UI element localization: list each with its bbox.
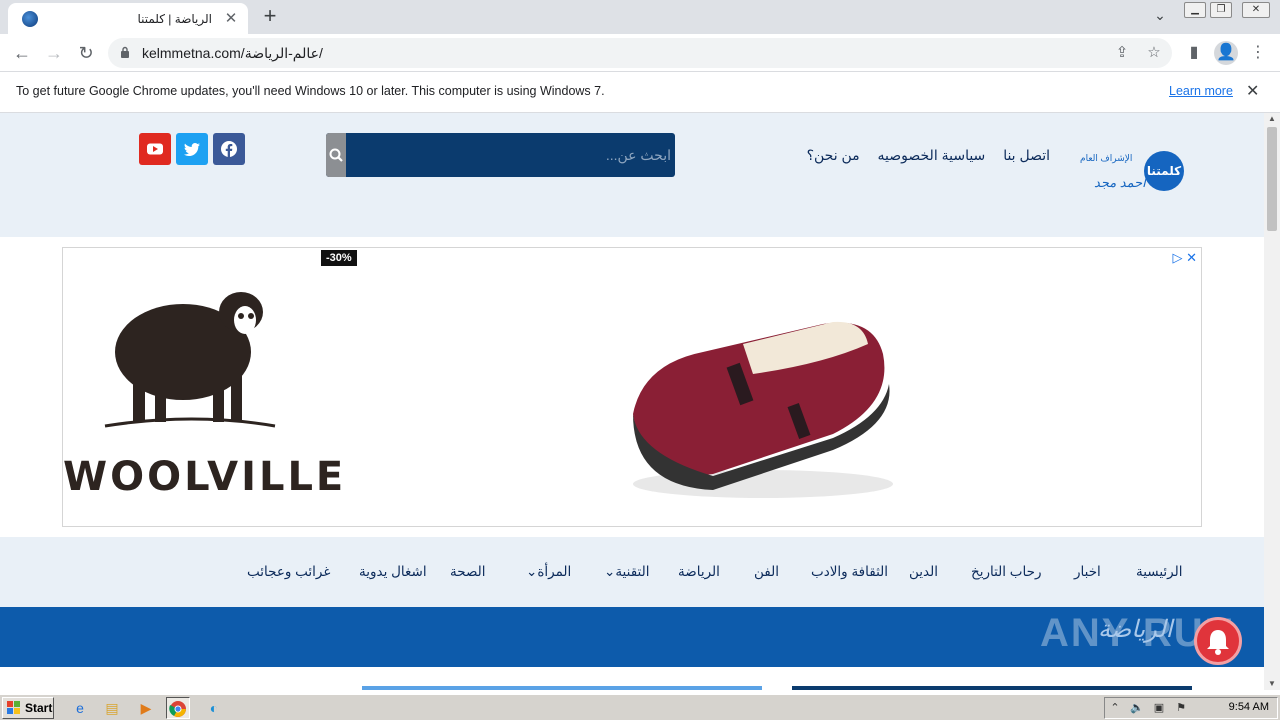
edge-icon[interactable]: ◐ <box>202 697 226 719</box>
scroll-thumb[interactable] <box>1267 127 1277 231</box>
ad-choices-icon[interactable]: ▷ ✕ <box>1172 250 1197 266</box>
side-panel-icon[interactable]: ▮ <box>1182 41 1206 65</box>
profile-avatar-icon[interactable]: 👤 <box>1214 41 1238 65</box>
nav-item-oddities[interactable]: غرائب وعجائب <box>247 564 330 580</box>
action-center-flag-icon[interactable]: ⚑ <box>1173 700 1189 716</box>
search-box <box>326 133 675 177</box>
new-tab-button[interactable]: + <box>258 5 282 29</box>
page-scrollbar[interactable]: ▲ ▼ <box>1264 113 1280 690</box>
logo-subtitle: الإشراف العام <box>1080 153 1133 163</box>
main-navigation: الرئيسية اخبار رحاب التاريخ الدين الثقاف… <box>0 537 1264 607</box>
close-window-button[interactable]: ✕ <box>1242 2 1270 18</box>
ad-discount-badge: -30% <box>321 250 357 266</box>
nav-item-tech[interactable]: التقنية⌄ <box>604 564 649 580</box>
contact-link[interactable]: اتصل بنا <box>1003 147 1050 163</box>
twitter-icon <box>184 143 200 156</box>
search-icon <box>329 148 343 162</box>
privacy-link[interactable]: سياسية الخصوصيه <box>878 147 986 163</box>
nav-item-art[interactable]: الفن <box>754 564 779 580</box>
nav-item-news[interactable]: اخبار <box>1074 564 1101 580</box>
reload-icon[interactable]: ↻ <box>74 41 98 65</box>
article-card-right[interactable] <box>792 686 1192 690</box>
chrome-taskbar-button[interactable] <box>166 697 190 719</box>
update-infobar: To get future Google Chrome updates, you… <box>0 72 1280 113</box>
tab-title: الرياضة | كلمتنا <box>137 12 212 26</box>
category-banner: ANY RUN الرياضة <box>0 607 1264 667</box>
web-page: كلمتنا الإشراف العام أحمد مجد اتصل بنا س… <box>0 113 1264 690</box>
volume-icon[interactable]: 🔈 <box>1129 700 1145 716</box>
windows-taskbar: Start e ▤ ▶ ◐ ⌃ 🔈 ▣ ⚑ 9:54 AM <box>0 694 1280 720</box>
back-arrow-icon[interactable]: ← <box>10 41 34 65</box>
chevron-down-icon: ⌄ <box>604 564 616 579</box>
logo-name: أحمد مجد <box>1094 175 1146 190</box>
chevron-down-icon: ⌄ <box>526 564 538 579</box>
network-icon[interactable]: ▣ <box>1151 700 1167 716</box>
start-button[interactable]: Start <box>2 697 54 719</box>
nav-item-tech-label: التقنية <box>615 564 650 579</box>
windows-flag-icon <box>7 701 20 714</box>
facebook-icon <box>221 141 237 157</box>
tab-close-icon[interactable]: ✕ <box>222 10 240 28</box>
bell-icon <box>1207 630 1229 655</box>
nav-item-home[interactable]: الرئيسية <box>1136 564 1183 580</box>
browser-tab-strip: الرياضة | كلمتنا ✕ + ⌄ ▁ ❐ ✕ <box>0 0 1280 34</box>
tray-expand-icon[interactable]: ⌃ <box>1107 700 1123 716</box>
address-bar[interactable]: kelmmetna.com/عالم-الرياضة/ ⇪ ☆ <box>108 38 1172 68</box>
infobar-message: To get future Google Chrome updates, you… <box>16 84 605 98</box>
tab-search-chevron-icon[interactable]: ⌄ <box>1150 7 1170 27</box>
slipper-product-image <box>633 321 893 498</box>
about-link[interactable]: من نحن؟ <box>807 147 860 163</box>
file-explorer-icon[interactable]: ▤ <box>100 697 124 719</box>
site-favicon-icon <box>22 11 38 27</box>
system-tray: ⌃ 🔈 ▣ ⚑ 9:54 AM <box>1104 697 1278 719</box>
article-card-left[interactable] <box>362 686 762 690</box>
browser-tab[interactable]: الرياضة | كلمتنا ✕ <box>8 3 248 34</box>
category-title: الرياضة <box>1098 616 1173 643</box>
nav-item-sports[interactable]: الرياضة <box>678 564 720 580</box>
infobar-close-icon[interactable]: ✕ <box>1246 81 1259 101</box>
taskbar-clock[interactable]: 9:54 AM <box>1229 701 1269 713</box>
learn-more-link[interactable]: Learn more <box>1169 84 1233 98</box>
top-links: اتصل بنا سياسية الخصوصيه من نحن؟ <box>807 147 1050 167</box>
internet-explorer-icon[interactable]: e <box>68 697 92 719</box>
notification-bell-button[interactable] <box>1194 617 1242 665</box>
sheep-logo-icon <box>104 292 276 428</box>
site-header: كلمتنا الإشراف العام أحمد مجد اتصل بنا س… <box>0 113 1264 237</box>
nav-item-health[interactable]: الصحة <box>450 564 486 580</box>
nav-item-culture[interactable]: الثقافة والادب <box>811 564 888 580</box>
nav-item-religion[interactable]: الدين <box>909 564 938 580</box>
nav-item-history[interactable]: رحاب التاريخ <box>971 564 1041 580</box>
restore-button[interactable]: ❐ <box>1210 2 1232 18</box>
nav-item-woman[interactable]: المرأة⌄ <box>526 564 571 580</box>
site-logo[interactable]: كلمتنا الإشراف العام أحمد مجد <box>1078 147 1186 199</box>
youtube-icon <box>147 143 163 155</box>
nav-item-crafts[interactable]: اشغال يدوية <box>359 564 427 580</box>
logo-mark: كلمتنا <box>1144 151 1184 191</box>
minimize-button[interactable]: ▁ <box>1184 2 1206 18</box>
lock-icon <box>121 46 129 58</box>
chrome-icon <box>169 701 186 717</box>
url-text: kelmmetna.com/عالم-الرياضة/ <box>142 45 323 61</box>
bookmark-star-icon[interactable]: ☆ <box>1144 43 1164 63</box>
start-label: Start <box>25 701 53 715</box>
share-icon[interactable]: ⇪ <box>1112 43 1132 63</box>
scroll-down-arrow-icon[interactable]: ▼ <box>1264 678 1280 690</box>
browser-toolbar: ← → ↻ kelmmetna.com/عالم-الرياضة/ ⇪ ☆ ▮ … <box>0 34 1280 72</box>
youtube-button[interactable] <box>139 133 171 165</box>
search-input[interactable] <box>346 133 675 177</box>
scroll-up-arrow-icon[interactable]: ▲ <box>1264 113 1280 125</box>
ad-brand-name: WOOLVILLE <box>63 454 347 500</box>
facebook-button[interactable] <box>213 133 245 165</box>
nav-item-woman-label: المرأة <box>537 564 572 579</box>
menu-dots-icon[interactable]: ⋮ <box>1246 41 1270 65</box>
twitter-button[interactable] <box>176 133 208 165</box>
media-player-icon[interactable]: ▶ <box>134 697 158 719</box>
forward-arrow-icon[interactable]: → <box>42 41 66 65</box>
advertisement[interactable]: WOOLVILLE -30% ▷ ✕ <box>62 247 1202 527</box>
search-button[interactable] <box>326 133 346 177</box>
